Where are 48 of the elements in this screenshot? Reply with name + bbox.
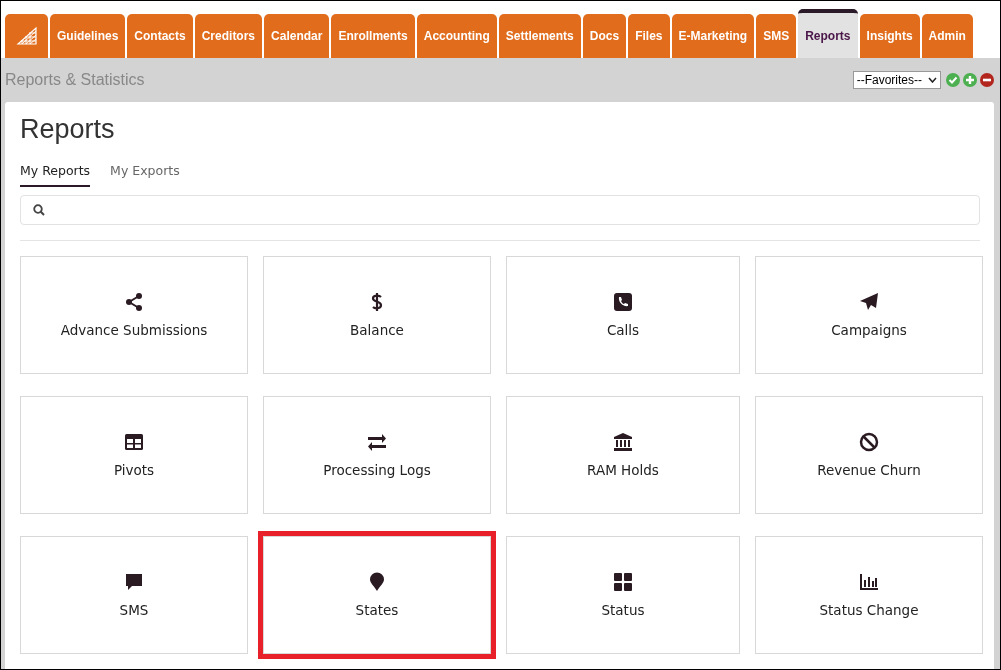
add-icon[interactable] [963, 73, 977, 87]
nav-tab[interactable]: Reports [798, 9, 858, 58]
card-label: Status Change [819, 602, 919, 618]
paper-plane-icon [859, 292, 879, 312]
page-title: Reports & Statistics [5, 71, 145, 89]
card-label: Advance Submissions [60, 322, 208, 338]
report-card[interactable]: Campaigns [755, 256, 983, 374]
panel-title: Reports [20, 114, 116, 145]
ban-icon [859, 432, 879, 452]
card-label: Campaigns [831, 322, 907, 338]
card-label: Balance [350, 322, 404, 338]
card-label: RAM Holds [587, 462, 659, 478]
logo-icon [15, 26, 38, 46]
card-label: Pivots [113, 462, 155, 478]
report-card[interactable]: Balance [263, 256, 491, 374]
phone-icon [613, 292, 633, 312]
card-label: Status [601, 602, 645, 618]
report-card[interactable]: Calls [506, 256, 740, 374]
logo-button[interactable] [5, 14, 48, 58]
table-icon [124, 432, 144, 452]
chevron-icon [928, 77, 937, 83]
report-card[interactable]: RAM Holds [506, 396, 740, 514]
report-card[interactable]: Status [506, 536, 740, 654]
report-card[interactable]: SMS [20, 536, 248, 654]
report-card[interactable]: Revenue Churn [755, 396, 983, 514]
card-label: Revenue Churn [817, 462, 921, 478]
bar-chart-icon [859, 572, 879, 592]
card-label: SMS [119, 602, 149, 618]
share-icon [124, 292, 144, 312]
report-card[interactable]: Processing Logs [263, 396, 491, 514]
arrows-icon [367, 432, 387, 452]
report-card[interactable]: Pivots [20, 396, 248, 514]
search-icon [33, 204, 45, 216]
search-field[interactable] [20, 195, 980, 225]
speech-bubble-icon [124, 572, 144, 592]
check-icon[interactable] [946, 73, 960, 87]
card-label: States [355, 602, 399, 618]
report-tab[interactable]: My Exports [110, 163, 180, 187]
card-label: Calls [606, 322, 640, 338]
report-tab[interactable]: My Reports [20, 163, 91, 187]
favorites-dropdown[interactable]: --Favorites-- [852, 71, 941, 89]
report-card[interactable]: Advance Submissions [20, 256, 248, 374]
grid-icon [613, 572, 633, 592]
card-label: Processing Logs [323, 462, 431, 478]
bank-icon [613, 432, 633, 452]
report-card[interactable]: Status Change [755, 536, 983, 654]
map-pin-icon [367, 572, 387, 592]
remove-icon[interactable] [980, 73, 994, 87]
